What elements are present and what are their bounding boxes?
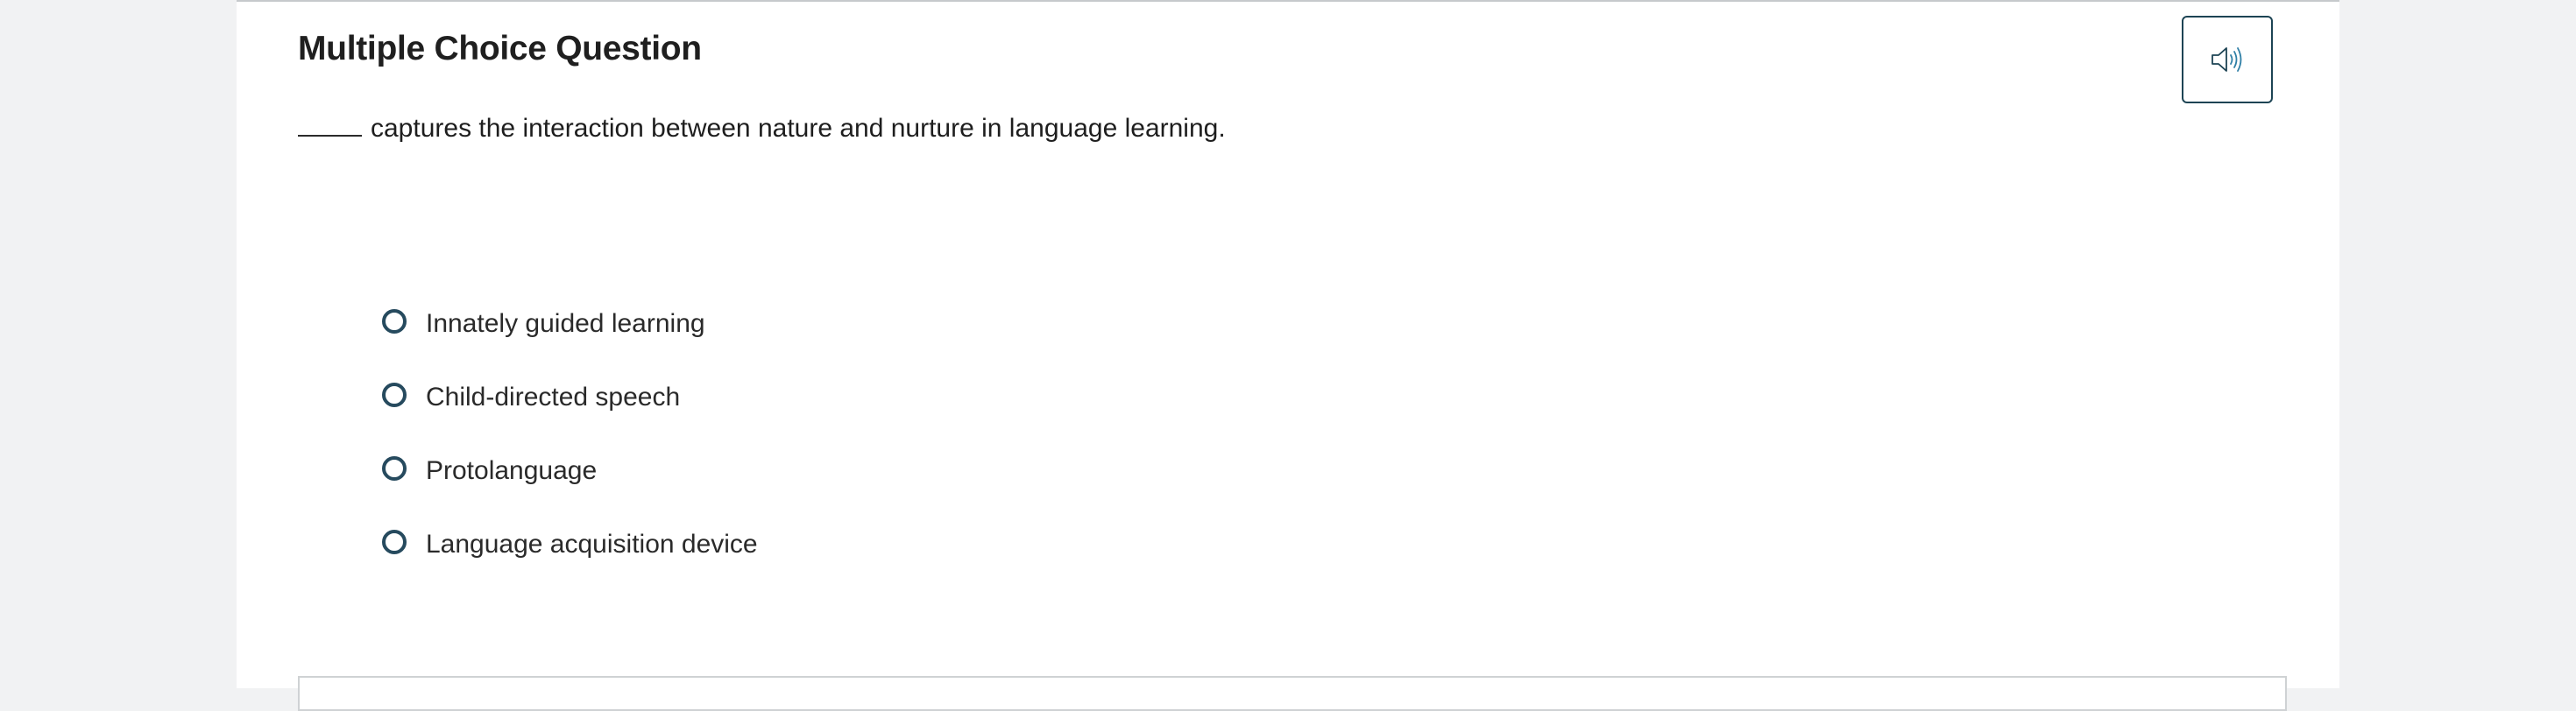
question-title: Multiple Choice Question [298, 30, 702, 67]
read-aloud-button[interactable] [2182, 16, 2273, 103]
answer-option[interactable]: Child-directed speech [382, 361, 758, 434]
answer-option[interactable]: Protolanguage [382, 434, 758, 508]
question-prompt-text: captures the interaction between nature … [371, 114, 1226, 143]
radio-button[interactable] [382, 530, 407, 554]
option-label: Protolanguage [426, 456, 598, 485]
question-card: Multiple Choice Question captures the in… [237, 0, 2339, 711]
question-prompt: captures the interaction between nature … [298, 114, 1226, 144]
radio-button[interactable] [382, 456, 407, 481]
answer-options: Innately guided learning Child-directed … [382, 287, 758, 581]
option-label: Child-directed speech [426, 383, 681, 412]
radio-button[interactable] [382, 383, 407, 407]
answer-option[interactable]: Innately guided learning [382, 287, 758, 361]
answer-option[interactable]: Language acquisition device [382, 508, 758, 581]
option-label: Language acquisition device [426, 530, 758, 559]
answer-blank [298, 116, 362, 137]
next-section-box [298, 676, 2287, 711]
option-label: Innately guided learning [426, 309, 705, 338]
speaker-icon [2210, 45, 2245, 74]
radio-button[interactable] [382, 309, 407, 334]
